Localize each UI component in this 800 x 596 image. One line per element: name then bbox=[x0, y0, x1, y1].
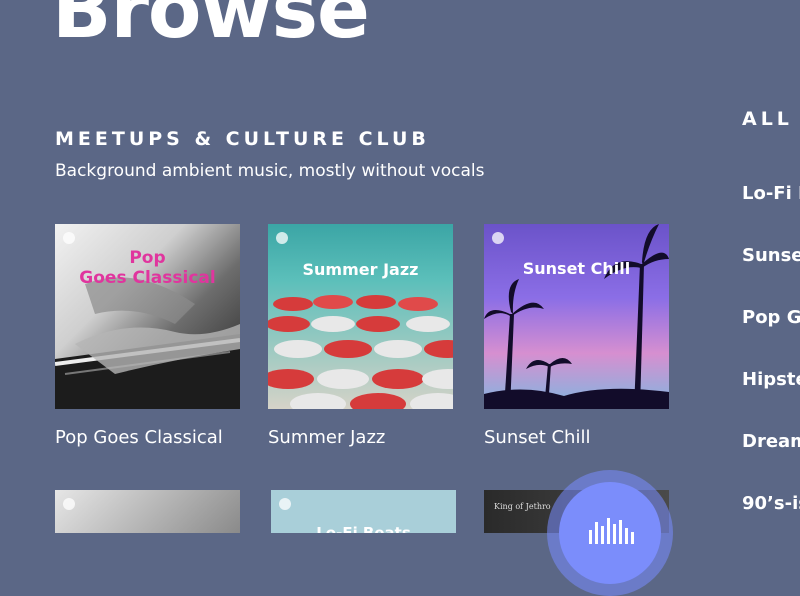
cover-title: Sunset Chill bbox=[522, 259, 631, 278]
right-list-item[interactable]: Lo-Fi B bbox=[742, 183, 800, 204]
playlist-cover[interactable] bbox=[55, 490, 240, 533]
cover-title: Lo-Fi Beats bbox=[316, 524, 411, 533]
playlist-card-lofi-beats[interactable]: Lo-Fi Beats bbox=[271, 490, 456, 533]
playlist-cover[interactable]: Sunset Chill bbox=[484, 224, 669, 409]
right-list-item[interactable]: Hipste bbox=[742, 369, 800, 390]
spotify-icon bbox=[63, 498, 75, 510]
right-list-item[interactable]: 90’s-is bbox=[742, 493, 800, 514]
right-list-item[interactable]: Sunset bbox=[742, 245, 800, 266]
right-column-heading: ALL bbox=[742, 108, 793, 130]
spotify-icon bbox=[279, 498, 291, 510]
section-heading: MEETUPS & CULTURE CLUB bbox=[55, 128, 430, 150]
playlist-caption[interactable]: Summer Jazz bbox=[268, 427, 453, 448]
fab-inner bbox=[559, 482, 661, 584]
playlist-cover[interactable]: Pop Goes Classical bbox=[55, 224, 240, 409]
section-subtitle: Background ambient music, mostly without… bbox=[55, 161, 485, 181]
playlist-cover[interactable]: Summer Jazz bbox=[268, 224, 453, 409]
playlist-card-pop-goes-classical[interactable]: Pop Goes Classical Pop Goes Classical bbox=[55, 224, 240, 448]
playlist-cover[interactable]: Lo-Fi Beats bbox=[271, 490, 456, 533]
spotify-icon bbox=[63, 232, 75, 244]
cover-title: Pop Goes Classical bbox=[79, 248, 216, 288]
cover-title: Summer Jazz bbox=[302, 260, 419, 279]
spotify-icon bbox=[492, 232, 504, 244]
right-list-item[interactable]: Pop Go bbox=[742, 307, 800, 328]
palm-trees-illustration bbox=[484, 224, 669, 409]
right-list-item[interactable]: Dream bbox=[742, 431, 800, 452]
playlist-card-row2-1[interactable] bbox=[55, 490, 240, 533]
playlist-card-sunset-chill[interactable]: Sunset Chill Sunset Chill bbox=[484, 224, 669, 448]
now-playing-button[interactable] bbox=[547, 470, 673, 596]
playlist-caption[interactable]: Sunset Chill bbox=[484, 427, 669, 448]
playlist-card-summer-jazz[interactable]: Summer Jazz Summer Jazz bbox=[268, 224, 453, 448]
audio-wave-icon bbox=[589, 518, 634, 544]
playlist-caption[interactable]: Pop Goes Classical bbox=[55, 427, 240, 448]
umbrellas-illustration bbox=[268, 295, 453, 409]
cover-title: King of Jethro bbox=[494, 502, 551, 511]
spotify-icon bbox=[276, 232, 288, 244]
page-title: Browse bbox=[52, 0, 370, 56]
